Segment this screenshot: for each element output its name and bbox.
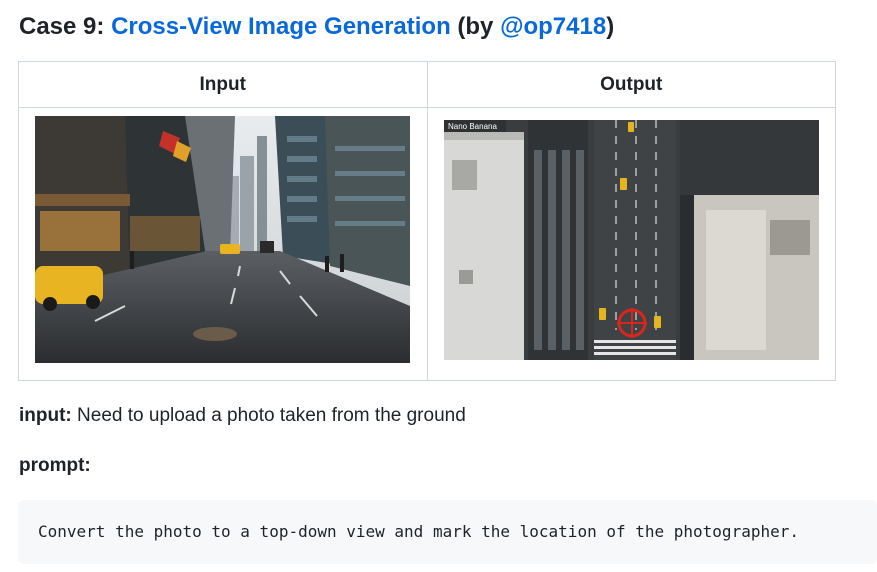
input-description: input: Need to upload a photo taken from… xyxy=(19,404,466,428)
prompt-label: prompt: xyxy=(19,455,91,476)
by-open: (by xyxy=(457,13,494,40)
page: Case 9: Cross-View Image Generation (by … xyxy=(0,0,877,572)
column-header-output: Output xyxy=(426,61,836,108)
output-aerial-photo: Nano Banana xyxy=(443,120,819,360)
prompt-code-block[interactable]: Convert the photo to a top-down view and… xyxy=(18,500,877,564)
input-label: input: xyxy=(19,405,72,426)
case-title-link[interactable]: Cross-View Image Generation xyxy=(111,13,451,40)
nano-banana-watermark: Nano Banana xyxy=(448,122,497,131)
by-close: ) xyxy=(606,13,615,40)
output-cell: Nano Banana xyxy=(426,107,836,381)
column-header-input: Input xyxy=(18,61,428,108)
input-text: Need to upload a photo taken from the gr… xyxy=(77,405,466,426)
author-link[interactable]: @op7418 xyxy=(500,13,606,40)
input-cell xyxy=(18,107,428,381)
cases-table: Input Output Nano Banana xyxy=(18,61,836,381)
case-heading: Case 9: Cross-View Image Generation (by … xyxy=(19,12,614,42)
case-number: Case 9: xyxy=(19,13,105,40)
prompt-text: Convert the photo to a top-down view and… xyxy=(38,522,799,541)
input-street-photo xyxy=(35,116,410,363)
